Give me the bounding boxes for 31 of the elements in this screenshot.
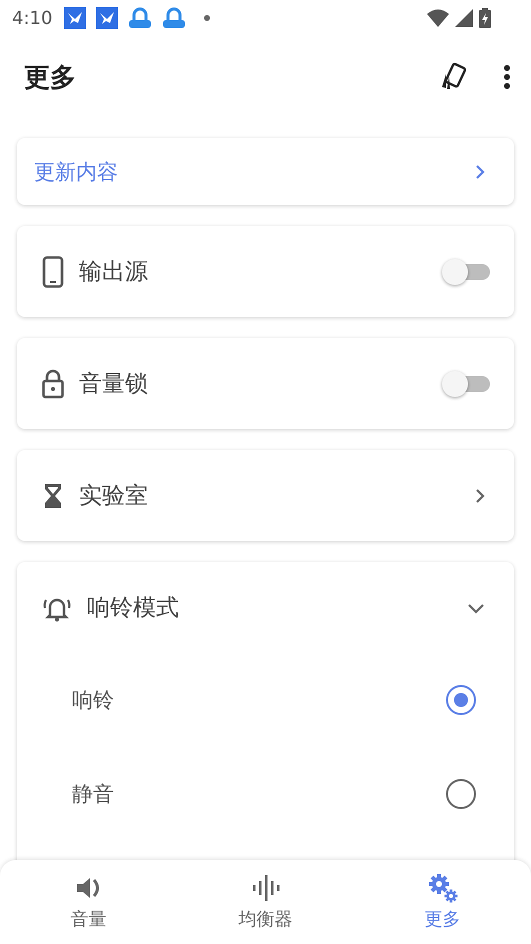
radio-button[interactable] [446,779,476,809]
toggle-switch[interactable] [442,370,490,396]
bird-app-icon [96,7,118,29]
card-label: 更新内容 [34,158,118,186]
lock-icon [41,368,65,400]
card-label: 输出源 [79,258,149,287]
radio-button[interactable] [446,685,476,715]
notification-dot-icon [204,15,210,21]
wifi-icon [427,9,449,27]
toggle-switch[interactable] [442,258,490,284]
battery-icon [479,8,491,28]
nav-tab[interactable]: 音量 [0,860,177,944]
option-label: 响铃 [72,687,115,714]
chevron-right-icon [474,162,486,180]
settings-icon [428,873,458,903]
nav-tab[interactable]: 均衡器 [177,860,354,944]
status-time: 4:10 [12,8,52,28]
lock-app-icon [128,7,152,29]
signal-icon [455,9,473,27]
page-title: 更多 [24,62,77,94]
bird-app-icon [64,7,86,29]
card-label: 音量锁 [79,370,149,399]
phone-icon [41,256,65,288]
update-notes-card[interactable]: 更新内容 [17,138,514,205]
chevron-right-icon[interactable] [474,486,486,504]
card-label: 响铃模式 [87,594,180,623]
lock-app-icon [162,7,186,29]
equalizer-icon [250,873,280,903]
card-label: 实验室 [79,482,149,511]
nav-tab[interactable]: 更多 [354,860,531,944]
option-label: 静音 [72,781,115,808]
